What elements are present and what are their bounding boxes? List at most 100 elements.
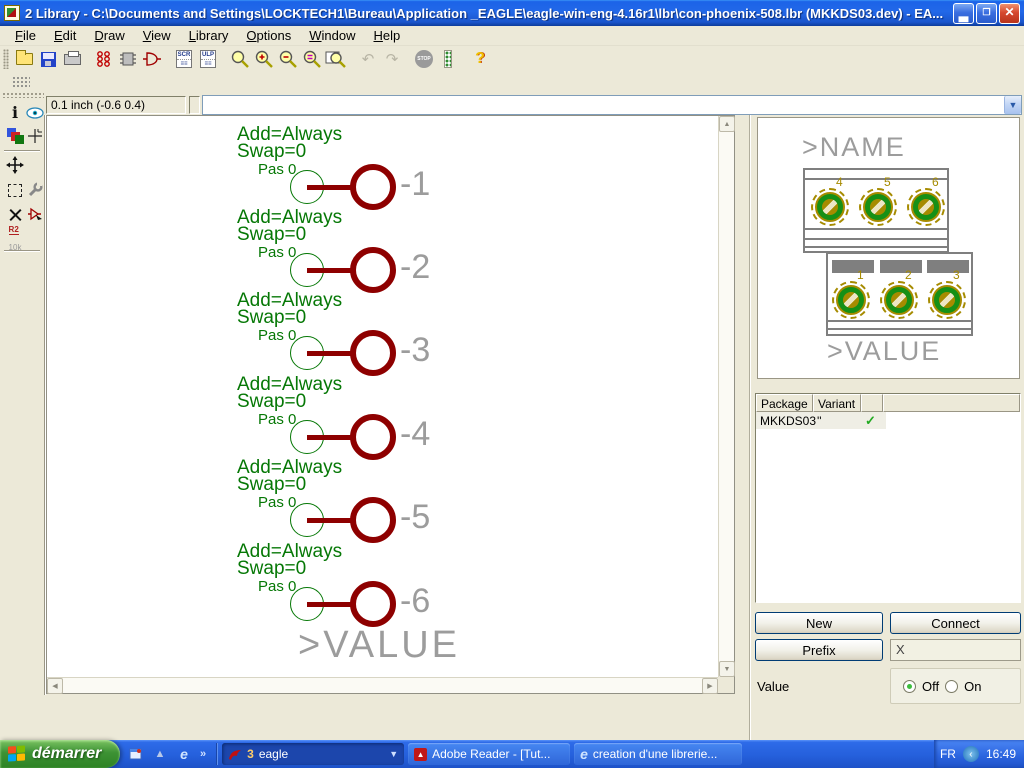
package-cell[interactable]: MKKDS03 [756, 412, 813, 429]
edit-symbol-button[interactable] [140, 48, 164, 70]
menu-window[interactable]: Window [300, 26, 364, 45]
go-button[interactable] [436, 48, 460, 70]
ulp-icon: ULP≡≡ [200, 50, 216, 68]
new-button[interactable]: New [755, 612, 883, 634]
panel-splitter[interactable] [749, 115, 751, 740]
vertical-scrollbar[interactable]: ▲ ▼ [718, 116, 734, 677]
package-icon [95, 50, 113, 68]
group-tool[interactable] [6, 181, 24, 199]
prefix-button[interactable]: Prefix [755, 639, 883, 661]
pin-pitch-text: Pas 0 [258, 245, 296, 260]
pin-number: -1 [400, 167, 430, 201]
column-header-package[interactable]: Package [756, 394, 813, 412]
menu-help[interactable]: Help [365, 26, 410, 45]
prefix-value-field[interactable]: X [890, 639, 1021, 661]
scroll-right-icon[interactable]: ▶ [702, 678, 718, 694]
zoom-in-button[interactable] [252, 48, 276, 70]
print-button[interactable] [60, 48, 84, 70]
open-button[interactable] [12, 48, 36, 70]
chevron-down-icon[interactable]: ▼ [1004, 96, 1021, 114]
run-ulp-button[interactable]: ULP≡≡ [196, 48, 220, 70]
undo-icon: ↶ [362, 52, 375, 67]
scroll-left-icon[interactable]: ◀ [47, 678, 63, 694]
name-value-tool[interactable]: R2 10k [6, 228, 24, 246]
menu-library[interactable]: Library [180, 26, 238, 45]
command-input[interactable] [203, 96, 1004, 114]
value-off-radio[interactable] [903, 680, 916, 693]
display-layers-tool[interactable] [6, 127, 24, 145]
script-icon: SCR≡≡ [176, 50, 192, 68]
info-tool[interactable]: i [6, 104, 24, 122]
help-button[interactable]: ? [468, 48, 492, 70]
language-bar-icon[interactable]: ‹ [963, 746, 979, 762]
pin-group--4[interactable]: Add=AlwaysSwap=0Pas 0-4 [237, 375, 467, 461]
column-header-variant[interactable]: Variant [813, 394, 861, 412]
edit-device-button[interactable] [116, 48, 140, 70]
pin-pad-ring[interactable] [350, 164, 396, 210]
menu-file[interactable]: File [6, 26, 45, 45]
media-player-icon[interactable]: ▲ [152, 746, 168, 762]
pin-group--2[interactable]: Add=AlwaysSwap=0Pas 0-2 [237, 208, 467, 294]
pin-group--1[interactable]: Add=AlwaysSwap=0Pas 0-1 [237, 125, 467, 211]
connect-button[interactable]: Connect [890, 612, 1021, 634]
pad-screw-slot [843, 292, 859, 308]
pin-pad-ring[interactable] [350, 247, 396, 293]
move-tool[interactable] [6, 156, 24, 174]
value-on-radio[interactable] [945, 680, 958, 693]
table-row[interactable]: MKKDS03 '' ✓ [756, 412, 886, 429]
menu-edit[interactable]: Edit [45, 26, 85, 45]
task-adobe-reader[interactable]: ▲ Adobe Reader - [Tut... [408, 743, 570, 765]
scroll-up-icon[interactable]: ▲ [719, 116, 735, 132]
show-desktop-icon[interactable] [128, 746, 144, 762]
column-header-connect[interactable] [861, 394, 883, 412]
task-browser[interactable]: e creation d'une librerie... [574, 743, 742, 765]
pin-group--6[interactable]: Add=AlwaysSwap=0Pas 0-6 [237, 542, 467, 628]
pin-group--5[interactable]: Add=AlwaysSwap=0Pas 0-5 [237, 458, 467, 544]
redo-button[interactable]: ↷ [380, 48, 404, 70]
toolbar-grip[interactable] [3, 49, 9, 69]
pin-pad-ring[interactable] [350, 414, 396, 460]
run-script-button[interactable]: SCR≡≡ [172, 48, 196, 70]
start-button[interactable]: démarrer [0, 740, 120, 768]
param-toolbar-grip[interactable] [2, 92, 44, 98]
system-tray: FR ‹ 16:49 [934, 740, 1024, 768]
save-button[interactable] [36, 48, 60, 70]
internet-explorer-icon[interactable]: e [176, 746, 192, 762]
zoom-out-button[interactable] [276, 48, 300, 70]
pin-group--3[interactable]: Add=AlwaysSwap=0Pas 0-3 [237, 291, 467, 377]
menu-view[interactable]: View [134, 26, 180, 45]
undo-button[interactable]: ↶ [356, 48, 380, 70]
grid-button[interactable] [8, 73, 34, 92]
change-tool[interactable] [26, 181, 44, 199]
stop-button[interactable]: STOP [412, 48, 436, 70]
close-button[interactable]: ✕ [999, 3, 1020, 24]
minimize-button[interactable]: ▃ [953, 3, 974, 24]
show-tool[interactable] [26, 104, 44, 122]
menu-options[interactable]: Options [237, 26, 300, 45]
value-radio-group: Off On [890, 668, 1021, 704]
edit-package-button[interactable] [92, 48, 116, 70]
pin-pad-ring[interactable] [350, 330, 396, 376]
zoom-in-icon [254, 49, 274, 69]
app-icon [4, 5, 20, 21]
horizontal-scrollbar[interactable]: ◀ ▶ [47, 677, 718, 693]
zoom-fit-button[interactable] [228, 48, 252, 70]
menu-draw[interactable]: Draw [85, 26, 133, 45]
zoom-select-button[interactable] [300, 48, 324, 70]
scrollbar-corner [718, 677, 734, 693]
package-table[interactable]: Package Variant MKKDS03 '' ✓ [755, 393, 1021, 603]
task-group-chevron-icon[interactable]: ▼ [389, 749, 398, 759]
language-indicator[interactable]: FR [940, 747, 956, 761]
mark-tool[interactable] [26, 127, 44, 145]
variant-cell[interactable]: '' [813, 412, 861, 429]
pad-1 [832, 281, 870, 319]
pin-pad-ring[interactable] [350, 581, 396, 627]
pin-swap-tool[interactable] [26, 205, 44, 223]
restore-button[interactable]: ❐ [976, 3, 997, 24]
scroll-down-icon[interactable]: ▼ [719, 661, 735, 677]
quick-launch-overflow-chevron[interactable]: » [200, 748, 206, 760]
task-group-eagle[interactable]: 3 eagle ▼ [222, 743, 404, 765]
zoom-redraw-button[interactable] [324, 48, 348, 70]
symbol-canvas[interactable]: Add=AlwaysSwap=0Pas 0-1Add=AlwaysSwap=0P… [47, 116, 718, 677]
pin-pad-ring[interactable] [350, 497, 396, 543]
